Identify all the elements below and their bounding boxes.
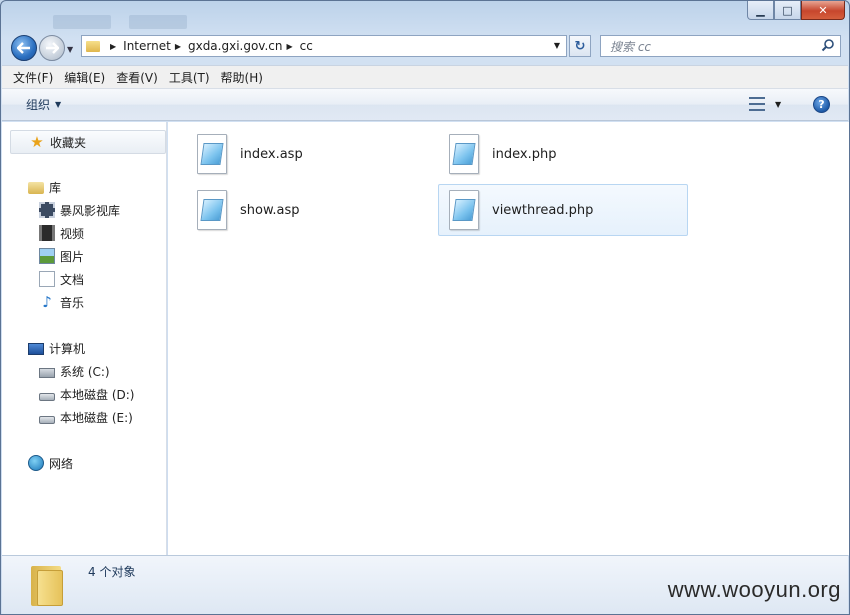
explorer-window: ▁ □ ✕ ▼ ▶ Internet ▶ gxda.gxi.gov.cn ▶ c… [0, 0, 850, 615]
sidebar-item-videos[interactable]: 视频 [39, 223, 84, 243]
script-file-icon [195, 188, 229, 232]
file-item[interactable]: index.php [438, 128, 688, 180]
sidebar-item-label: 网络 [49, 456, 74, 471]
arrow-left-icon [17, 42, 30, 54]
maximize-button[interactable]: □ [774, 1, 801, 20]
refresh-icon: ↻ [574, 38, 586, 54]
sidebar-item-label: 本地磁盘 (D:) [60, 387, 135, 402]
script-file-icon [447, 132, 481, 176]
hard-disk-icon [39, 415, 55, 424]
organize-label: 组织 [26, 98, 51, 112]
library-icon [28, 182, 44, 194]
forward-button[interactable] [39, 35, 65, 61]
sidebar-item-favorites[interactable]: ★ 收藏夹 [10, 130, 166, 154]
menu-edit[interactable]: 编辑(E) [59, 69, 110, 86]
menu-help[interactable]: 帮助(H) [216, 69, 268, 86]
file-item[interactable]: index.asp [186, 128, 436, 180]
script-file-icon [195, 132, 229, 176]
sidebar-item-label: 文档 [60, 272, 85, 287]
address-dropdown-icon[interactable]: ▼ [554, 41, 560, 50]
menu-bar: 文件(F) 编辑(E) 查看(V) 工具(T) 帮助(H) [2, 65, 848, 89]
change-view-button[interactable]: ▼ [749, 97, 781, 111]
search-input[interactable]: 搜索 cc [600, 35, 841, 57]
back-button[interactable] [11, 35, 37, 61]
menu-file[interactable]: 文件(F) [8, 69, 58, 86]
sidebar-item-documents[interactable]: 文档 [39, 269, 84, 289]
hard-disk-icon [39, 392, 55, 401]
script-file-icon [447, 188, 481, 232]
navigation-pane: ★ 收藏夹 库 暴风影视库 视频 图片 文档 ♪ 音乐 计算机 系统 (C:) … [2, 122, 167, 555]
titlebar-background-ghost [53, 15, 187, 33]
file-name: index.php [492, 146, 557, 162]
folder-icon [86, 40, 100, 52]
search-icon[interactable] [821, 38, 835, 52]
chevron-down-icon[interactable]: ▼ [775, 100, 781, 109]
sidebar-item-drive-c[interactable]: 系统 (C:) [39, 361, 110, 381]
watermark-text: www.wooyun.org [667, 577, 841, 602]
sidebar-item-network[interactable]: 网络 [28, 453, 73, 473]
music-note-icon: ♪ [42, 293, 52, 311]
refresh-button[interactable]: ↻ [569, 35, 591, 57]
sidebar-item-music[interactable]: ♪ 音乐 [39, 292, 84, 312]
sidebar-item-label: 库 [49, 180, 62, 195]
file-name: index.asp [240, 146, 303, 162]
organize-button[interactable]: 组织 ▼ [26, 96, 61, 113]
chevron-right-icon[interactable]: ▶ [175, 42, 181, 51]
item-count: 4 个对象 [88, 565, 136, 579]
recent-pages-dropdown[interactable]: ▼ [67, 45, 73, 54]
sidebar-item-label: 本地磁盘 (E:) [60, 410, 133, 425]
video-icon [39, 225, 55, 241]
sidebar-item-computer[interactable]: 计算机 [28, 338, 85, 358]
film-library-icon [39, 202, 55, 218]
command-toolbar: 组织 ▼ ▼ ? [2, 89, 848, 121]
view-options-icon [749, 97, 765, 111]
sidebar-item-label: 收藏夹 [50, 135, 87, 150]
system-drive-icon [39, 368, 55, 378]
details-pane: 4 个对象 www.wooyun.org [2, 555, 848, 614]
chevron-right-icon[interactable]: ▶ [110, 42, 116, 51]
close-button[interactable]: ✕ [801, 1, 845, 20]
file-item[interactable]: show.asp [186, 184, 436, 236]
help-icon[interactable]: ? [813, 96, 830, 113]
caption-buttons: ▁ □ ✕ [747, 1, 845, 20]
network-globe-icon [28, 455, 44, 471]
sidebar-item-label: 图片 [60, 249, 85, 264]
chevron-down-icon: ▼ [55, 100, 62, 109]
folder-icon [29, 562, 65, 608]
sidebar-item-drive-e[interactable]: 本地磁盘 (E:) [39, 407, 133, 427]
sidebar-item-label: 计算机 [49, 341, 86, 356]
sidebar-item-libraries[interactable]: 库 [28, 177, 61, 197]
address-bar[interactable]: ▶ Internet ▶ gxda.gxi.gov.cn ▶ cc ▼ [81, 35, 567, 57]
file-item-selected[interactable]: viewthread.php [438, 184, 688, 236]
sidebar-item-drive-d[interactable]: 本地磁盘 (D:) [39, 384, 134, 404]
sidebar-item-label: 视频 [60, 226, 85, 241]
computer-icon [28, 342, 44, 355]
file-list: index.asp index.php show.asp viewthread.… [168, 122, 849, 555]
breadcrumb-internet[interactable]: Internet [123, 39, 171, 53]
star-icon: ★ [30, 133, 44, 151]
picture-icon [39, 248, 55, 264]
ghost-tab [53, 15, 111, 29]
breadcrumb-folder[interactable]: cc [300, 39, 313, 53]
sidebar-item-pictures[interactable]: 图片 [39, 246, 84, 266]
arrow-right-icon [46, 42, 59, 54]
ghost-tab [129, 15, 187, 29]
sidebar-item-label: 系统 (C:) [60, 364, 110, 379]
menu-view[interactable]: 查看(V) [111, 69, 163, 86]
menu-tools[interactable]: 工具(T) [164, 69, 215, 86]
file-name: show.asp [240, 202, 300, 218]
sidebar-item-label: 暴风影视库 [60, 203, 121, 218]
sidebar-item-label: 音乐 [60, 295, 85, 310]
document-icon [39, 271, 55, 287]
file-name: viewthread.php [492, 202, 594, 218]
chevron-right-icon[interactable]: ▶ [287, 42, 293, 51]
breadcrumb-host[interactable]: gxda.gxi.gov.cn [188, 39, 283, 53]
minimize-button[interactable]: ▁ [747, 1, 774, 20]
sidebar-item-baofeng-library[interactable]: 暴风影视库 [39, 200, 120, 220]
search-placeholder: 搜索 cc [610, 39, 652, 54]
